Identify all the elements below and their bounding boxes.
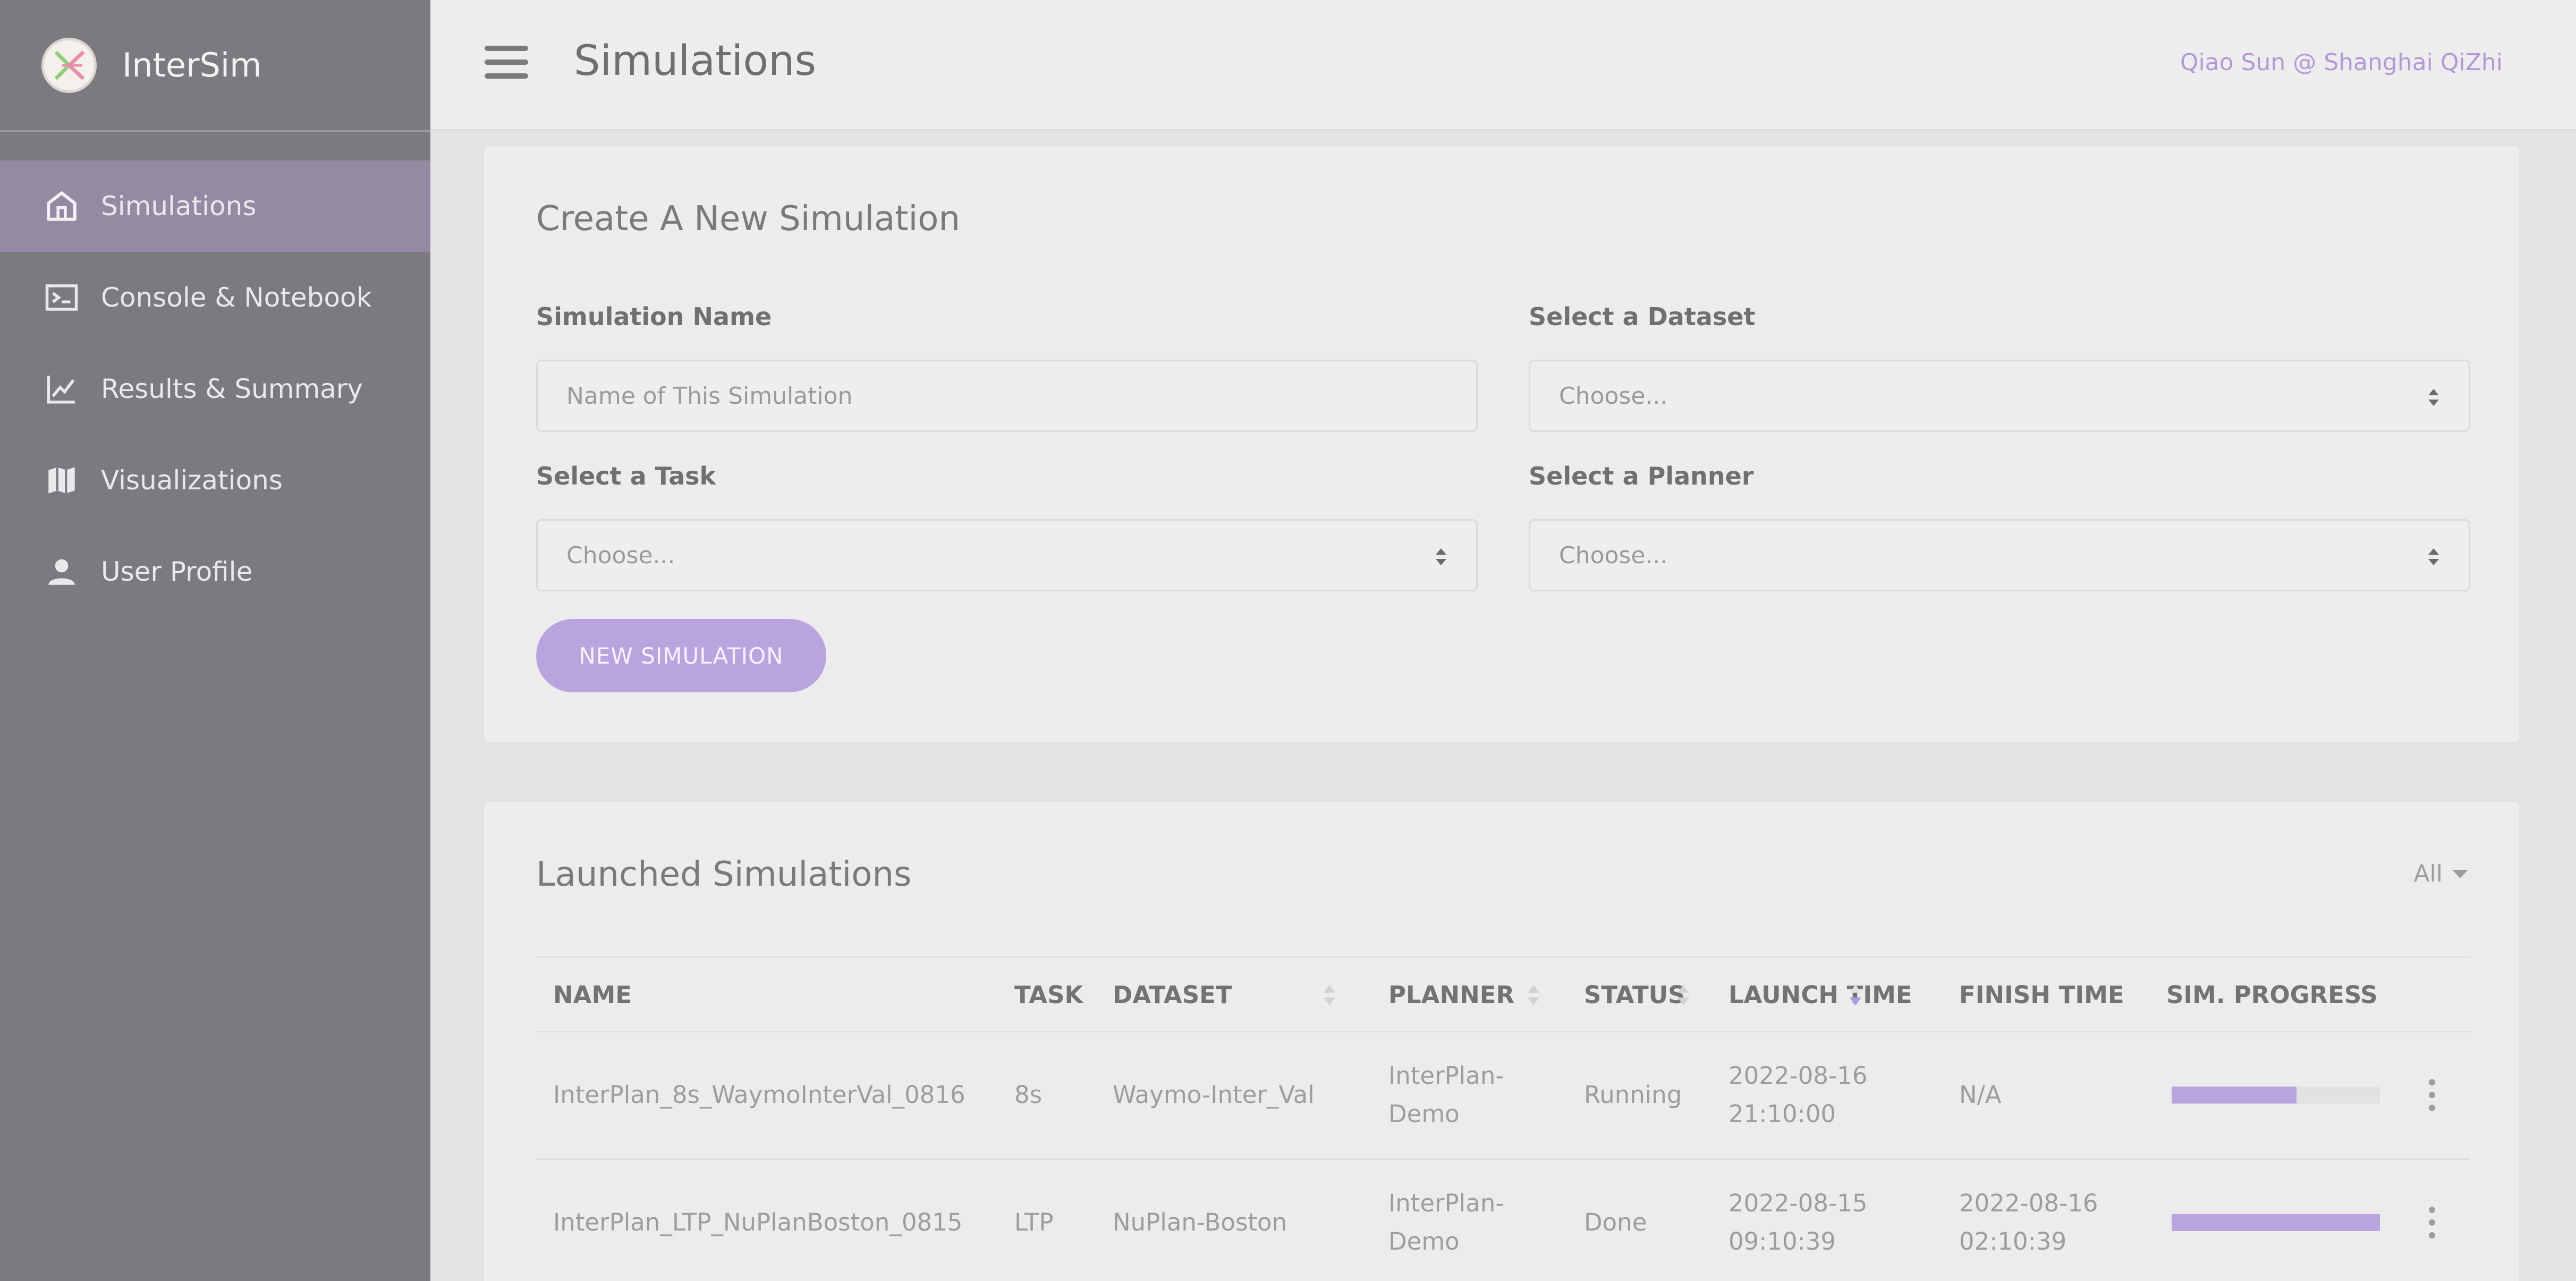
new-simulation-button[interactable]: NEW SIMULATION: [536, 619, 826, 692]
column-header-name[interactable]: NAME: [553, 981, 632, 1009]
simulation-name-label: Simulation Name: [536, 302, 772, 331]
brand[interactable]: InterSim: [0, 0, 430, 132]
sidebar-item-simulations[interactable]: Simulations: [0, 160, 430, 252]
cell-launch-date: 2022-08-16: [1728, 1062, 1868, 1090]
select-arrows-icon: [1436, 548, 1446, 565]
user-account-link[interactable]: Qiao Sun @ Shanghai QiZhi: [2180, 49, 2503, 76]
row-actions-icon[interactable]: [2429, 1207, 2436, 1238]
cell-name: InterPlan_8s_WaymoInterVal_0816: [553, 1081, 965, 1109]
progress-fill: [2172, 1214, 2380, 1231]
app-name: InterSim: [122, 46, 262, 84]
cell-task: 8s: [1014, 1081, 1043, 1109]
cell-status: Running: [1584, 1081, 1682, 1109]
hamburger-menu-icon[interactable]: [485, 46, 528, 79]
cell-task: LTP: [1014, 1208, 1054, 1236]
simulation-name-placeholder: Name of This Simulation: [566, 382, 853, 410]
cell-planner-line: Demo: [1388, 1227, 1460, 1255]
sidebar-item-label: User Profile: [101, 556, 253, 587]
sidebar-item-label: Visualizations: [101, 465, 283, 496]
cell-planner: InterPlan- Demo: [1388, 1184, 1504, 1261]
cell-launch-time: 2022-08-15 09:10:39: [1728, 1184, 1868, 1261]
table-row[interactable]: InterPlan_LTP_NuPlanBoston_0815 LTP NuPl…: [536, 1160, 2470, 1281]
cell-launch-clock: 21:10:00: [1728, 1100, 1836, 1128]
cell-planner-line: InterPlan-: [1388, 1062, 1504, 1090]
progress-bar: [2172, 1214, 2380, 1231]
intersim-logo-icon: [41, 37, 97, 93]
dataset-select[interactable]: Choose...: [1529, 360, 2470, 432]
cell-launch-clock: 09:10:39: [1728, 1227, 1836, 1255]
cell-finish-time: 2022-08-16 02:10:39: [1959, 1184, 2098, 1261]
cell-planner: InterPlan- Demo: [1388, 1057, 1504, 1133]
task-select[interactable]: Choose...: [536, 519, 1478, 591]
simulations-table: NAME TASK DATASET PLANNER STATUS LAUNCH …: [536, 956, 2470, 1281]
sidebar-item-results[interactable]: Results & Summary: [0, 343, 430, 435]
task-label: Select a Task: [536, 462, 716, 490]
sidebar-item-label: Results & Summary: [101, 374, 363, 404]
sort-icon[interactable]: [1323, 982, 1336, 1008]
home-icon: [43, 187, 81, 225]
cell-finish-time: N/A: [1959, 1076, 2002, 1114]
cell-finish-date: N/A: [1959, 1081, 2002, 1109]
sort-icon[interactable]: [1527, 982, 1540, 1008]
sidebar: InterSim Simulations Console & Notebook …: [0, 0, 430, 1281]
cell-name: InterPlan_LTP_NuPlanBoston_0815: [553, 1208, 963, 1236]
column-header-status[interactable]: STATUS: [1584, 981, 1685, 1009]
task-select-value: Choose...: [566, 541, 675, 569]
cell-launch-date: 2022-08-15: [1728, 1189, 1868, 1217]
caret-down-icon: [2452, 869, 2468, 878]
select-arrows-icon: [2428, 548, 2439, 565]
column-header-finish-time[interactable]: FINISH TIME: [1959, 981, 2124, 1009]
cell-planner-line: Demo: [1388, 1100, 1460, 1128]
sort-desc-icon[interactable]: [1849, 982, 1862, 1008]
status-filter-dropdown[interactable]: All: [2413, 860, 2468, 887]
sidebar-item-user-profile[interactable]: User Profile: [0, 526, 430, 617]
map-icon: [43, 461, 81, 499]
planner-select-value: Choose...: [1559, 541, 1668, 569]
filter-value: All: [2413, 860, 2443, 887]
cell-status: Done: [1584, 1208, 1647, 1236]
sidebar-nav: Simulations Console & Notebook Results &…: [0, 160, 430, 617]
page-title: Simulations: [574, 37, 817, 85]
table-row[interactable]: InterPlan_8s_WaymoInterVal_0816 8s Waymo…: [536, 1032, 2470, 1160]
launched-simulations-card: Launched Simulations All NAME TASK DATAS…: [482, 800, 2521, 1281]
terminal-icon: [43, 278, 81, 317]
column-header-planner[interactable]: PLANNER: [1388, 981, 1514, 1009]
top-header: Simulations Qiao Sun @ Shanghai QiZhi: [430, 0, 2576, 131]
column-header-launch-time[interactable]: LAUNCH TIME: [1728, 981, 1912, 1009]
sidebar-item-label: Console & Notebook: [101, 282, 372, 313]
planner-label: Select a Planner: [1529, 462, 1754, 490]
cell-dataset: NuPlan-Boston: [1113, 1208, 1287, 1236]
cell-dataset: Waymo-Inter_Val: [1113, 1081, 1315, 1109]
line-chart-icon: [43, 370, 81, 408]
sidebar-item-visualizations[interactable]: Visualizations: [0, 435, 430, 526]
sort-icon[interactable]: [1676, 982, 1690, 1008]
column-header-dataset[interactable]: DATASET: [1113, 981, 1232, 1009]
planner-select[interactable]: Choose...: [1529, 519, 2470, 591]
cell-finish-date: 2022-08-16: [1959, 1189, 2098, 1217]
column-header-progress[interactable]: SIM. PROGRESS: [2166, 981, 2378, 1009]
select-arrows-icon: [2428, 389, 2439, 406]
launched-card-title: Launched Simulations: [536, 855, 912, 894]
simulation-name-input[interactable]: Name of This Simulation: [536, 360, 1478, 432]
create-card-title: Create A New Simulation: [536, 199, 960, 239]
progress-fill: [2172, 1087, 2297, 1104]
column-header-task[interactable]: TASK: [1014, 981, 1083, 1009]
sidebar-item-console[interactable]: Console & Notebook: [0, 252, 430, 343]
dataset-select-value: Choose...: [1559, 382, 1668, 410]
progress-bar: [2172, 1087, 2380, 1104]
cell-finish-clock: 02:10:39: [1959, 1227, 2067, 1255]
user-icon: [43, 553, 81, 591]
row-actions-icon[interactable]: [2429, 1079, 2436, 1111]
cell-planner-line: InterPlan-: [1388, 1189, 1504, 1217]
sidebar-item-label: Simulations: [101, 191, 257, 222]
create-simulation-card: Create A New Simulation Simulation Name …: [482, 145, 2521, 744]
dataset-label: Select a Dataset: [1529, 302, 1756, 331]
table-header: NAME TASK DATASET PLANNER STATUS LAUNCH …: [536, 956, 2470, 1032]
cell-launch-time: 2022-08-16 21:10:00: [1728, 1057, 1868, 1133]
